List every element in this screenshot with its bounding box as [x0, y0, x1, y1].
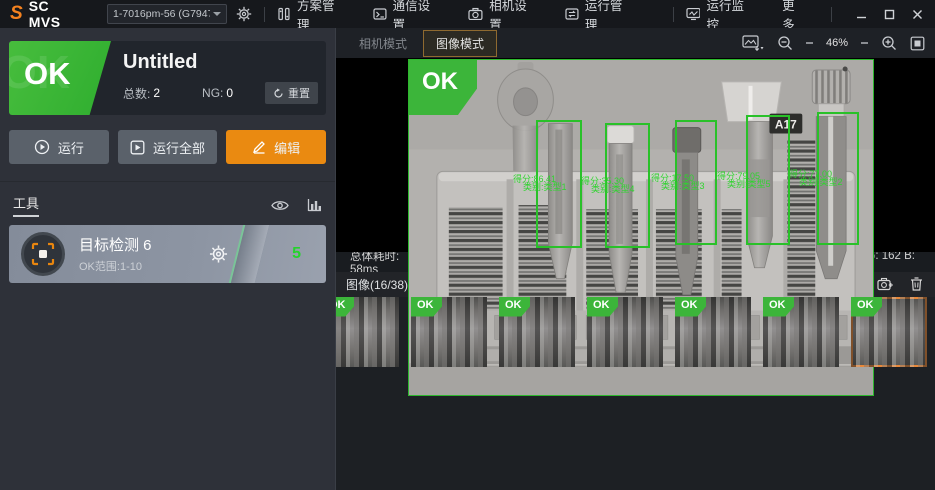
delete-icon[interactable] [910, 277, 923, 291]
edit-button[interactable]: 编辑 [226, 130, 326, 164]
maximize-icon[interactable] [884, 9, 895, 20]
app-brand: SC MVS [29, 0, 85, 30]
thumbnail[interactable]: OK [851, 297, 927, 367]
window-controls [856, 9, 923, 20]
zoom-in-icon[interactable] [881, 35, 897, 51]
zoom-decrease-dash-icon [806, 42, 813, 44]
total-value: 2 [153, 86, 160, 100]
detection-class-label: 类别:类型4 [591, 185, 635, 194]
play-square-icon [130, 140, 145, 155]
detection-class-label: 类别:类型2 [799, 178, 843, 187]
zoom-increase-dash-icon [861, 42, 868, 44]
tool-ok-range: OK范围:1-10 [79, 258, 152, 274]
target-detection-icon [21, 232, 65, 276]
thumbnail-status-badge: OK [411, 297, 442, 317]
detection-class-label: 类别:类型1 [523, 183, 567, 192]
tab-image-mode[interactable]: 图像模式 [423, 30, 497, 57]
total-label: 总数: [123, 85, 150, 102]
thumbnail[interactable]: OK [411, 297, 487, 367]
tool-card-divider [227, 225, 271, 283]
thumbnail[interactable]: OK [763, 297, 839, 367]
ng-label: NG: [202, 86, 223, 100]
scheme-icon [277, 7, 291, 21]
fit-to-window-icon[interactable] [910, 36, 925, 51]
titlebar-separator [264, 7, 265, 22]
zoom-out-icon[interactable] [777, 35, 793, 51]
edit-label: 编辑 [274, 138, 300, 157]
camera-icon [468, 7, 483, 21]
device-dropdown-value: 1-7016pm-56 (G7947 [113, 8, 210, 20]
monitor-icon [686, 7, 701, 21]
thumbnail[interactable]: OK [675, 297, 751, 367]
histogram-icon[interactable] [307, 198, 322, 212]
minimize-icon[interactable] [856, 9, 867, 20]
reset-label: 重置 [288, 85, 310, 101]
tools-tab[interactable]: 工具 [13, 193, 39, 217]
device-dropdown[interactable]: 1-7016pm-56 (G7947 [107, 4, 227, 24]
thumbnail[interactable]: OK [336, 297, 399, 367]
gear-icon [236, 6, 252, 22]
app-logo-icon: S [10, 3, 23, 25]
image-export-icon[interactable] [742, 35, 764, 51]
detection-class-label: 类别:类型5 [727, 180, 771, 189]
solution-title: Untitled [123, 51, 318, 74]
reset-icon [273, 88, 284, 99]
titlebar-separator [831, 7, 832, 22]
ng-value: 0 [226, 86, 233, 100]
gear-icon [209, 245, 228, 264]
tool-name: 目标检测 6 [79, 234, 152, 255]
result-status-text: OK [24, 56, 71, 92]
thumbnail-status-badge: OK [763, 297, 794, 317]
chevron-down-icon [213, 12, 221, 16]
reset-button[interactable]: 重置 [265, 82, 318, 104]
titlebar: S SC MVS 1-7016pm-56 (G7947 [0, 0, 935, 28]
run-button[interactable]: 运行 [9, 130, 109, 164]
thumbnail-status-badge: OK [336, 297, 354, 317]
app-window: S SC MVS 1-7016pm-56 (G7947 [0, 0, 935, 490]
close-icon[interactable] [912, 9, 923, 20]
panel-divider [0, 181, 335, 182]
thumbnail-status-badge: OK [587, 297, 618, 317]
view-tabbar: 相机模式 图像模式 46% [336, 28, 935, 58]
thumbnail[interactable]: OK [587, 297, 663, 367]
run-manage-icon [565, 7, 579, 21]
zoom-level: 46% [826, 37, 848, 49]
left-panel: OK Untitled 总数: 2 NG: 0 [0, 28, 336, 490]
main-panel: 相机模式 图像模式 46% [336, 28, 935, 490]
image-count-label: 图像(16/38) [346, 276, 408, 293]
pencil-icon [252, 140, 266, 154]
result-card: OK Untitled 总数: 2 NG: 0 [9, 41, 326, 115]
thumbnail-status-badge: OK [851, 297, 882, 317]
play-circle-icon [34, 139, 50, 155]
tool-score-value: 5 [292, 245, 301, 263]
thumbnail[interactable]: OK [499, 297, 575, 367]
eye-icon[interactable] [271, 199, 289, 212]
titlebar-separator [673, 7, 674, 22]
add-camera-image-icon[interactable] [877, 277, 893, 291]
tool-settings-button[interactable] [209, 245, 228, 264]
thumbnail-status-badge: OK [499, 297, 530, 317]
terminal-icon [373, 7, 387, 21]
detection-class-label: 类别:类型3 [661, 182, 705, 191]
tool-card-target-detection[interactable]: 目标检测 6 OK范围:1-10 [9, 225, 326, 283]
run-all-button[interactable]: 运行全部 [118, 130, 218, 164]
device-settings-button[interactable] [236, 6, 252, 22]
run-label: 运行 [58, 138, 84, 157]
thumbnail-status-badge: OK [675, 297, 706, 317]
run-all-label: 运行全部 [153, 138, 205, 157]
tab-camera-mode[interactable]: 相机模式 [346, 30, 420, 57]
image-viewport[interactable]: A17 得分:86.41类别:类型1得分:35.30类别:类型4得分:17.50… [336, 58, 935, 252]
